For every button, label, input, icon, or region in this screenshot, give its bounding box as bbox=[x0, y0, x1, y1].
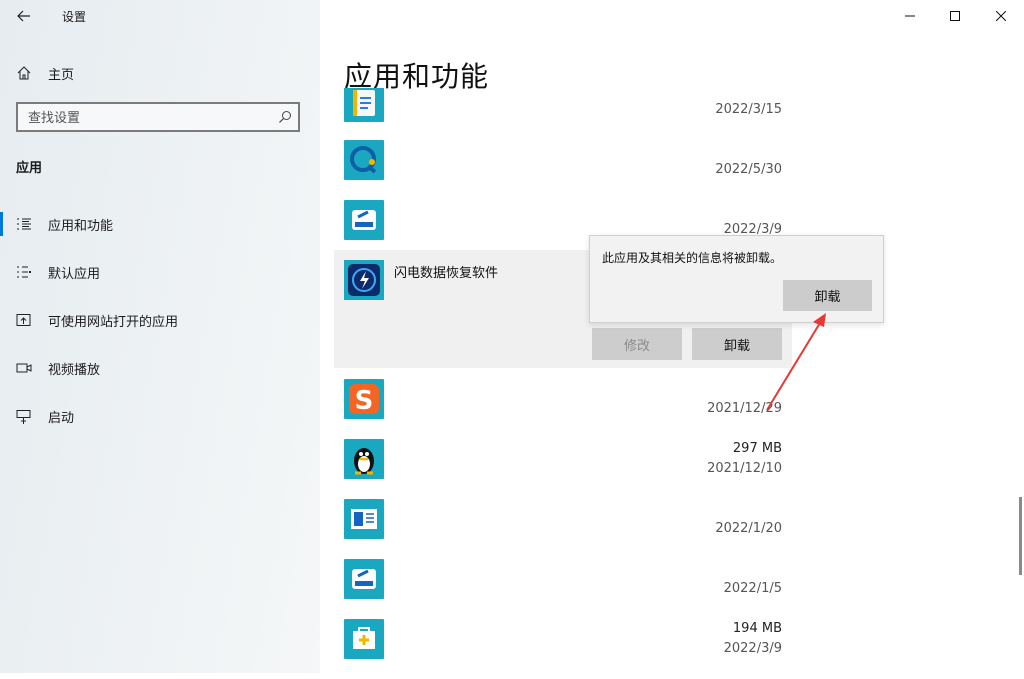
sogou-input-icon: S bbox=[344, 379, 384, 419]
app-date: 2022/1/5 bbox=[723, 581, 782, 596]
chat-bubble-app-icon bbox=[344, 140, 384, 180]
minimize-button[interactable] bbox=[887, 4, 933, 28]
lightning-recovery-app-icon bbox=[344, 260, 384, 300]
qq-penguin-icon bbox=[344, 439, 384, 479]
document-window-app-icon bbox=[344, 499, 384, 539]
sidebar-item-label: 默认应用 bbox=[48, 267, 101, 282]
list-item[interactable]: 194 MB 2022/3/9 bbox=[334, 619, 794, 679]
close-button[interactable] bbox=[978, 4, 1024, 28]
list-item[interactable]: 2022/5/30 bbox=[334, 140, 794, 200]
window-title: 设置 bbox=[62, 10, 87, 24]
home-icon bbox=[17, 66, 31, 80]
drive-tool-app-icon bbox=[344, 200, 384, 240]
notebook-app-icon bbox=[344, 88, 384, 122]
list-item[interactable]: S 2021/12/29 bbox=[334, 379, 794, 439]
sidebar-item-apps-features[interactable]: 应用和功能 bbox=[0, 206, 320, 242]
app-date: 2022/3/9 bbox=[723, 641, 782, 656]
toolbox-app-icon bbox=[344, 619, 384, 659]
back-button[interactable] bbox=[10, 4, 38, 28]
sidebar-item-label: 启动 bbox=[48, 411, 75, 426]
svg-text:S: S bbox=[355, 386, 374, 416]
default-apps-icon bbox=[17, 266, 31, 278]
search-input[interactable] bbox=[26, 107, 270, 129]
confirm-uninstall-button[interactable]: 卸载 bbox=[783, 280, 872, 311]
sidebar-item-label: 应用和功能 bbox=[48, 219, 114, 234]
sidebar-item-default-apps[interactable]: 默认应用 bbox=[0, 254, 320, 290]
maximize-button[interactable] bbox=[932, 4, 978, 28]
maximize-icon bbox=[950, 11, 960, 21]
minimize-icon bbox=[905, 15, 915, 17]
open-in-web-icon bbox=[16, 314, 31, 326]
sidebar-item-video-playback[interactable]: 视频播放 bbox=[0, 350, 320, 386]
drive-tool-app-icon bbox=[344, 559, 384, 599]
nav-home-label: 主页 bbox=[48, 68, 75, 83]
startup-icon bbox=[16, 410, 31, 424]
apps-list-icon bbox=[17, 218, 31, 230]
sidebar: 设置 主页 应用 应用和功能 默认应用 可使用网站打开的应用 bbox=[0, 0, 320, 673]
list-item[interactable]: 2022/1/20 bbox=[334, 499, 794, 559]
back-arrow-icon bbox=[17, 10, 30, 22]
app-date: 2021/12/29 bbox=[707, 401, 782, 416]
search-box[interactable] bbox=[16, 102, 300, 132]
active-indicator bbox=[0, 212, 3, 236]
app-date: 2022/1/20 bbox=[715, 521, 782, 536]
nav-home[interactable]: 主页 bbox=[0, 58, 320, 88]
sidebar-item-apps-for-websites[interactable]: 可使用网站打开的应用 bbox=[0, 302, 320, 338]
close-icon bbox=[996, 11, 1006, 21]
video-playback-icon bbox=[16, 363, 32, 373]
search-icon[interactable] bbox=[278, 110, 292, 124]
app-date: 2022/3/15 bbox=[715, 102, 782, 117]
main-content: 应用和功能 2022/3/15 2022/5/30 2022/3/9 闪电数据恢… bbox=[320, 0, 1024, 673]
app-size: 297 MB bbox=[732, 441, 782, 456]
app-date: 2021/12/10 bbox=[707, 461, 782, 476]
list-item[interactable]: 297 MB 2021/12/10 bbox=[334, 439, 794, 499]
flyout-message: 此应用及其相关的信息将被卸载。 bbox=[602, 251, 783, 265]
app-date: 2022/5/30 bbox=[715, 162, 782, 177]
uninstall-confirm-flyout: 此应用及其相关的信息将被卸载。 卸载 bbox=[589, 235, 884, 323]
app-name: 闪电数据恢复软件 bbox=[394, 266, 499, 281]
sidebar-item-label: 视频播放 bbox=[48, 363, 101, 378]
uninstall-button[interactable]: 卸载 bbox=[692, 328, 782, 360]
sidebar-item-label: 可使用网站打开的应用 bbox=[48, 315, 179, 330]
sidebar-item-startup[interactable]: 启动 bbox=[0, 398, 320, 434]
scrollbar-thumb[interactable] bbox=[1019, 497, 1022, 575]
modify-button[interactable]: 修改 bbox=[592, 328, 682, 360]
list-item[interactable]: 2022/3/15 bbox=[334, 88, 794, 130]
app-size: 194 MB bbox=[732, 621, 782, 636]
list-item[interactable]: 2022/1/5 bbox=[334, 559, 794, 619]
section-title: 应用 bbox=[16, 161, 43, 176]
